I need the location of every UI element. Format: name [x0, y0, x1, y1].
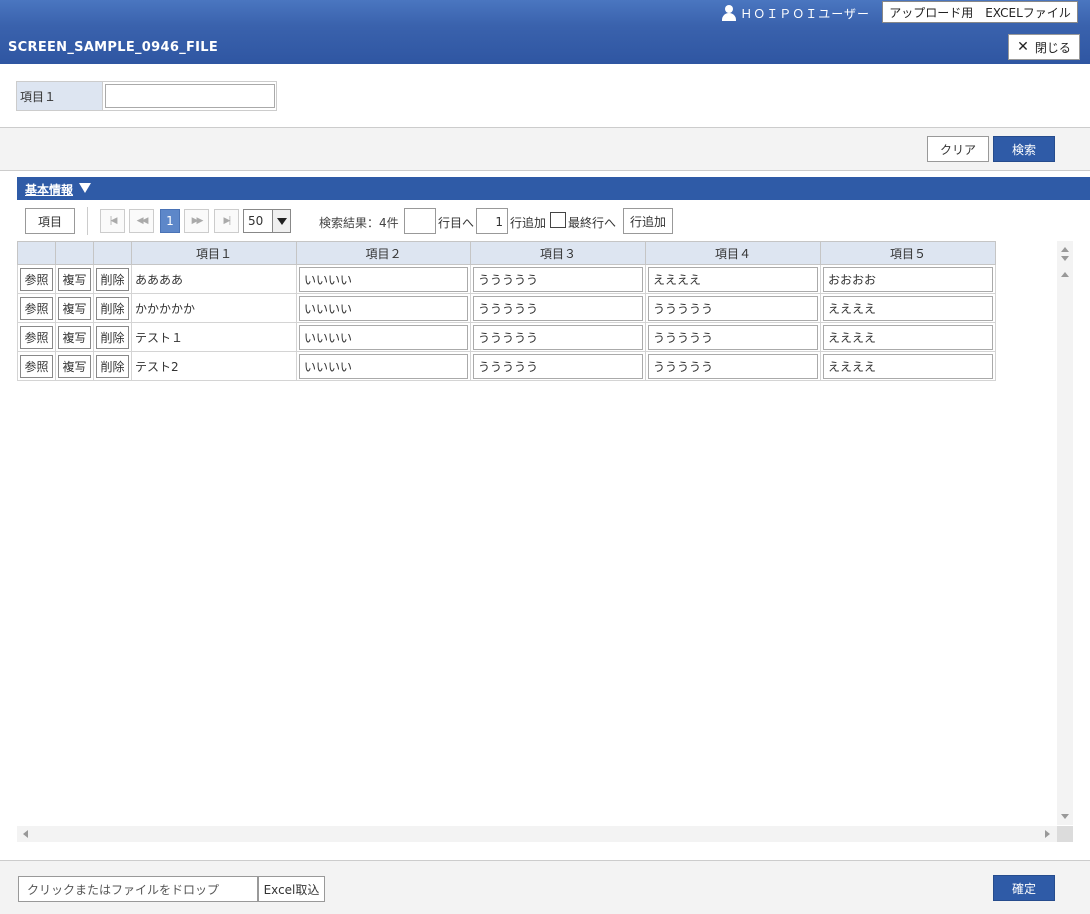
lastrow-checkbox[interactable]: [550, 212, 566, 228]
column-header[interactable]: 項目４: [645, 241, 821, 265]
copy-button[interactable]: 複写: [58, 325, 91, 349]
search-field-row: 項目１: [16, 81, 277, 111]
cell-item2-input[interactable]: いいいい: [299, 295, 468, 321]
cell-item4-input[interactable]: ううううう: [648, 295, 818, 321]
vertical-scrollbar[interactable]: [1057, 241, 1073, 825]
page-title: SCREEN_SAMPLE_0946_FILE: [8, 40, 219, 55]
user-info: ＨＯＩＰＯＩユーザー: [722, 3, 870, 23]
goto-row-input[interactable]: [404, 208, 436, 234]
data-grid: 項目１ 項目２ 項目３ 項目４ 項目５ 参照 複写 削除 ああああ いいいい う…: [17, 241, 1073, 842]
delete-button[interactable]: 削除: [96, 296, 129, 320]
column-header[interactable]: 項目３: [470, 241, 646, 265]
search-condition-area: 項目１: [0, 64, 1090, 128]
section-header[interactable]: 基本情報: [17, 177, 1090, 200]
scroll-right-icon[interactable]: [1045, 830, 1050, 838]
scroll-down-icon[interactable]: [1061, 256, 1069, 261]
close-icon: ✕: [1017, 39, 1029, 55]
addrow-count-input[interactable]: 1: [476, 208, 508, 234]
scroll-up-icon[interactable]: [1061, 247, 1069, 252]
table-row: 参照 複写 削除 テスト１ いいいい ううううう ううううう ええええ: [17, 322, 996, 352]
column-settings-button[interactable]: 項目: [25, 208, 75, 234]
cell-item3-input[interactable]: ううううう: [473, 324, 643, 350]
goto-row-label: 行目へ: [438, 216, 475, 230]
view-button[interactable]: 参照: [20, 296, 53, 320]
view-button[interactable]: 参照: [20, 354, 53, 378]
cell-item4-input[interactable]: ううううう: [648, 324, 818, 350]
cell-item2-input[interactable]: いいいい: [299, 266, 468, 292]
grid-toolbar: 項目 |◀ ◀◀ 1 ▶▶ ▶| 50 検索結果：4件 行目へ 1 行追加 最終…: [17, 205, 1090, 237]
scroll-left-icon[interactable]: [23, 830, 28, 838]
last-page-icon[interactable]: ▶|: [214, 209, 239, 233]
grid-table: 項目１ 項目２ 項目３ 項目４ 項目５ 参照 複写 削除 ああああ いいいい う…: [17, 241, 996, 381]
delete-button[interactable]: 削除: [96, 354, 129, 378]
close-label: 閉じる: [1034, 40, 1071, 55]
page-size-value: 50: [248, 214, 264, 228]
copy-button[interactable]: 複写: [58, 354, 91, 378]
header-copy-col: [55, 241, 94, 265]
scrollbar-corner: [1057, 826, 1073, 842]
page-size-select[interactable]: 50: [243, 209, 291, 233]
search-button[interactable]: 検索: [993, 136, 1055, 162]
scroll-down-icon[interactable]: [1061, 814, 1069, 819]
header-view-col: [17, 241, 56, 265]
scroll-up-icon[interactable]: [1061, 272, 1069, 277]
cell-item3-input[interactable]: ううううう: [473, 353, 643, 379]
table-row: 参照 複写 削除 テスト2 いいいい ううううう ううううう ええええ: [17, 351, 996, 381]
current-page-button[interactable]: 1: [160, 209, 180, 233]
cell-item1: ああああ: [135, 272, 184, 287]
header-delete-col: [93, 241, 132, 265]
section-title[interactable]: 基本情報: [25, 181, 73, 198]
search-field-input[interactable]: [105, 84, 275, 108]
table-row: 参照 複写 削除 かかかかか いいいい ううううう ううううう ええええ: [17, 293, 996, 323]
cell-item1: テスト１: [135, 330, 184, 345]
cell-item5-input[interactable]: ええええ: [823, 324, 993, 350]
grid-header-row: 項目１ 項目２ 項目３ 項目４ 項目５: [17, 241, 996, 265]
app-header: ＨＯＩＰＯＩユーザー アップロード用 EXCELファイル SCREEN_SAMP…: [0, 0, 1090, 64]
footer-bar: クリックまたはファイルをドロップ Excel取込 確定: [0, 860, 1090, 914]
cell-item5-input[interactable]: ええええ: [823, 353, 993, 379]
file-drop-field[interactable]: クリックまたはファイルをドロップ: [18, 876, 258, 902]
column-header[interactable]: 項目２: [296, 241, 471, 265]
addrow-count-label: 行追加: [510, 216, 547, 230]
result-count: 検索結果：4件: [319, 216, 399, 230]
horizontal-scrollbar[interactable]: [17, 826, 1057, 842]
view-button[interactable]: 参照: [20, 267, 53, 291]
lastrow-label: 最終行へ: [568, 216, 617, 230]
delete-button[interactable]: 削除: [96, 267, 129, 291]
cell-item4-input[interactable]: ええええ: [648, 266, 818, 292]
excel-upload-button[interactable]: アップロード用 EXCELファイル: [882, 1, 1078, 23]
user-name: ＨＯＩＰＯＩユーザー: [740, 6, 870, 21]
search-field-label: 項目１: [17, 82, 103, 110]
cell-item5-input[interactable]: おおおお: [823, 266, 993, 292]
column-header[interactable]: 項目５: [820, 241, 996, 265]
user-icon: [722, 5, 737, 21]
cell-item1: テスト2: [135, 359, 179, 374]
excel-import-button[interactable]: Excel取込: [258, 876, 325, 902]
toolbar-divider: [87, 207, 88, 235]
view-button[interactable]: 参照: [20, 325, 53, 349]
copy-button[interactable]: 複写: [58, 267, 91, 291]
first-page-icon[interactable]: |◀: [100, 209, 125, 233]
cell-item1: かかかかか: [135, 301, 196, 316]
confirm-button[interactable]: 確定: [993, 875, 1055, 901]
search-button-bar: クリア 検索: [0, 128, 1090, 171]
delete-button[interactable]: 削除: [96, 325, 129, 349]
cell-item2-input[interactable]: いいいい: [299, 324, 468, 350]
dropdown-arrow-icon[interactable]: [272, 210, 290, 232]
cell-item3-input[interactable]: ううううう: [473, 266, 643, 292]
clear-button[interactable]: クリア: [927, 136, 989, 162]
copy-button[interactable]: 複写: [58, 296, 91, 320]
column-header[interactable]: 項目１: [131, 241, 297, 265]
close-button[interactable]: ✕ 閉じる: [1008, 34, 1080, 60]
cell-item5-input[interactable]: ええええ: [823, 295, 993, 321]
cell-item2-input[interactable]: いいいい: [299, 353, 468, 379]
table-row: 参照 複写 削除 ああああ いいいい ううううう ええええ おおおお: [17, 264, 996, 294]
next-page-icon[interactable]: ▶▶: [184, 209, 209, 233]
add-row-button[interactable]: 行追加: [623, 208, 673, 234]
cell-item3-input[interactable]: ううううう: [473, 295, 643, 321]
cell-item4-input[interactable]: ううううう: [648, 353, 818, 379]
collapse-triangle-icon[interactable]: [79, 183, 91, 193]
prev-page-icon[interactable]: ◀◀: [129, 209, 154, 233]
